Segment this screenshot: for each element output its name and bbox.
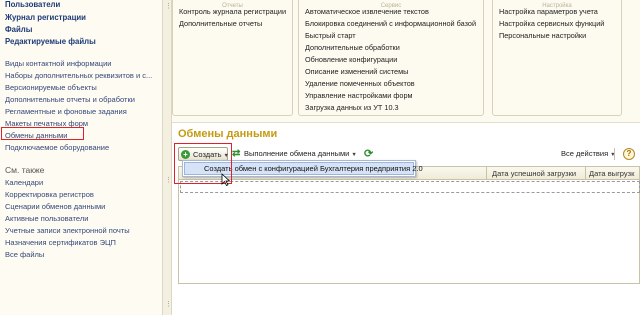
sidebar-link-exchange-scenarios[interactable]: Сценарии обменов данными [5,202,105,211]
sidebar-link-users[interactable]: Пользователи [5,0,60,9]
sidebar-link-contact-info-kinds[interactable]: Виды контактной информации [5,59,111,68]
settings-accounting-params[interactable]: Настройка параметров учета [499,7,598,16]
toolbar-separator [614,148,615,160]
service-config-update[interactable]: Обновление конфигурации [305,55,397,64]
page-title: Обмены данными [178,128,278,140]
service-connection-lock[interactable]: Блокировка соединений с информационной б… [305,19,476,28]
service-delete-marked[interactable]: Удаление помеченных объектов [305,79,415,88]
column-header-last-load[interactable]: Дата успешной загрузки [492,169,576,178]
all-actions-label: Все действия [561,149,609,158]
splitter-grip-icon: ⋮ [165,177,172,184]
report-event-log-control[interactable]: Контроль журнала регистрации [179,7,286,16]
sidebar-link-event-log[interactable]: Журнал регистрации [5,13,86,22]
all-actions-button[interactable]: Все действия ▼ [561,147,616,161]
run-exchange-label: Выполнение обмена данными [244,149,350,158]
commands-panel: Отчеты Контроль журнала регистрации Допо… [172,0,640,122]
splitter-grip-icon: ⋮ [165,3,172,10]
chevron-down-icon: ▼ [351,152,357,158]
sidebar-link-email-accounts[interactable]: Учетные записи электронной почты [5,226,130,235]
table-row[interactable] [180,181,640,193]
sidebar-link-connected-equipment[interactable]: Подключаемое оборудование [5,143,109,152]
sidebar: Пользователи Журнал регистрации Файлы Ре… [0,0,162,315]
sidebar-link-additional-reports[interactable]: Дополнительные отчеты и обработки [5,95,135,104]
refresh-icon: ⟳ [364,148,374,160]
highlight-box-data-exchanges [1,127,84,140]
sidebar-link-files[interactable]: Файлы [5,25,32,34]
column-divider [585,167,586,180]
cursor-icon [221,173,231,186]
settings-group: Настройка Настройка параметров учета Нас… [492,0,622,116]
help-icon[interactable]: ? [623,148,635,160]
sidebar-link-scheduled-jobs[interactable]: Регламентные и фоновые задания [5,107,127,116]
sync-icon: ⇄ [232,148,241,159]
sidebar-link-certificate-assignments[interactable]: Назначения сертификатов ЭЦП [5,238,116,247]
service-auto-text-extraction[interactable]: Автоматическое извлечение текстов [305,7,429,16]
exchanges-table[interactable]: Дата успешной загрузки Дата выгрузк [178,166,640,284]
see-also-heading: См. также [5,165,45,175]
service-additional-processing[interactable]: Дополнительные обработки [305,43,400,52]
service-system-changes[interactable]: Описание изменений системы [305,67,408,76]
column-divider [486,167,487,180]
run-exchange-button[interactable]: ⇄ Выполнение обмена данными ▼ [232,147,357,161]
sidebar-splitter[interactable]: ⋮ ⋮ ⋮ [162,0,172,315]
splitter-grip-icon: ⋮ [165,301,172,308]
panel-divider [172,122,640,123]
column-header-last-unload[interactable]: Дата выгрузк [589,169,634,178]
settings-service-functions[interactable]: Настройка сервисных функций [499,19,604,28]
service-load-from-ut[interactable]: Загрузка данных из УТ 10.3 [305,103,399,112]
sidebar-link-active-users[interactable]: Активные пользователи [5,214,88,223]
sidebar-link-all-files[interactable]: Все файлы [5,250,44,259]
reports-group: Отчеты Контроль журнала регистрации Допо… [172,0,293,116]
refresh-button[interactable]: ⟳ [364,147,376,161]
report-additional-reports[interactable]: Дополнительные отчеты [179,19,262,28]
sidebar-link-calendars[interactable]: Календари [5,178,43,187]
sidebar-link-register-correction[interactable]: Корректировка регистров [5,190,94,199]
settings-personal[interactable]: Персональные настройки [499,31,586,40]
service-form-settings[interactable]: Управление настройками форм [305,91,413,100]
sidebar-link-versioned-objects[interactable]: Версионируемые объекты [5,83,97,92]
sidebar-link-edited-files[interactable]: Редактируемые файлы [5,37,96,46]
service-quick-start[interactable]: Быстрый старт [305,31,356,40]
sidebar-link-additional-attributes[interactable]: Наборы дополнительных реквизитов и с... [5,71,152,80]
service-group: Сервис Автоматическое извлечение текстов… [298,0,484,116]
